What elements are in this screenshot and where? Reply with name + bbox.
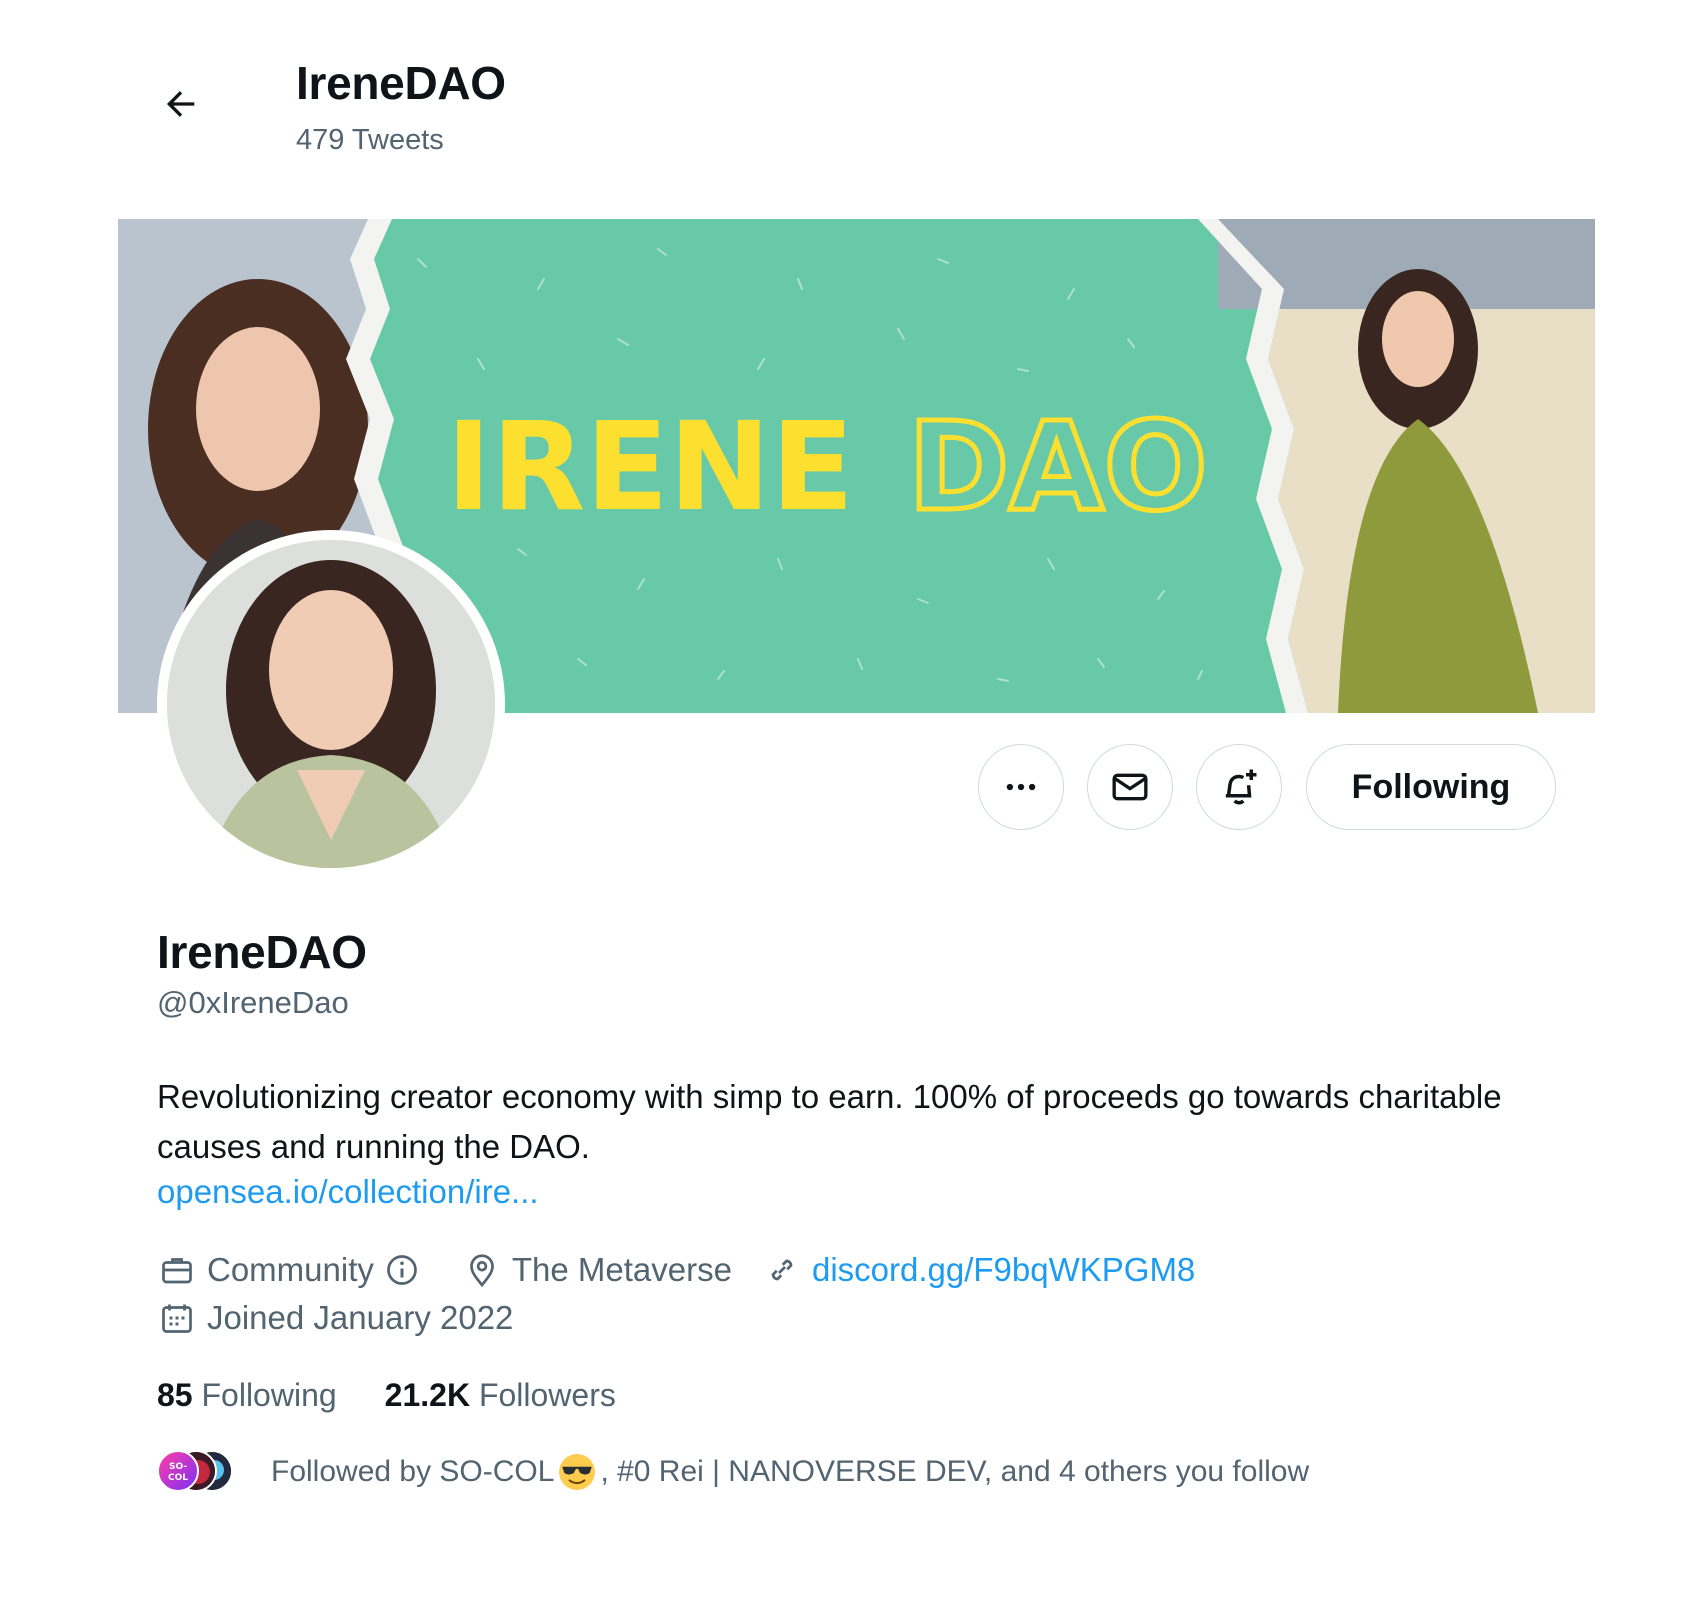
more-icon bbox=[1006, 783, 1036, 791]
briefcase-icon bbox=[157, 1250, 197, 1290]
joined-item: Joined January 2022 bbox=[157, 1298, 513, 1338]
following-stat-label: Following bbox=[201, 1377, 337, 1413]
bell-plus-icon bbox=[1225, 769, 1257, 805]
bio-link[interactable]: opensea.io/collection/ire... bbox=[157, 1173, 539, 1211]
location-item: The Metaverse bbox=[462, 1250, 732, 1290]
info-icon[interactable] bbox=[382, 1250, 422, 1290]
location-pin-icon bbox=[462, 1250, 502, 1290]
following-button[interactable]: Following bbox=[1306, 744, 1556, 830]
profile-name: IreneDAO bbox=[157, 926, 367, 978]
link-icon bbox=[762, 1250, 802, 1290]
profile-bio: Revolutionizing creator economy with sim… bbox=[157, 1078, 1502, 1165]
category-item: Community bbox=[157, 1250, 432, 1290]
envelope-icon bbox=[1112, 773, 1148, 801]
profile-handle: @0xIreneDao bbox=[157, 985, 349, 1020]
website-item[interactable]: discord.gg/F9bqWKPGM8 bbox=[762, 1250, 1195, 1290]
back-button[interactable] bbox=[155, 78, 207, 130]
follow-stats: 85 Following 21.2K Followers bbox=[157, 1377, 664, 1414]
profile-meta: Community The Metaverse discord.gg/F9bqW… bbox=[157, 1250, 1225, 1290]
socol-avatar-label: SO-COL bbox=[168, 1462, 188, 1483]
following-count: 85 bbox=[157, 1377, 193, 1413]
location-label: The Metaverse bbox=[511, 1251, 732, 1288]
more-button[interactable] bbox=[978, 744, 1064, 830]
tweet-count: 479 Tweets bbox=[296, 124, 444, 156]
calendar-icon bbox=[157, 1298, 197, 1338]
message-button[interactable] bbox=[1087, 744, 1173, 830]
notifications-button[interactable] bbox=[1196, 744, 1282, 830]
header-title: IreneDAO bbox=[296, 57, 506, 109]
joined-label: Joined January 2022 bbox=[207, 1299, 514, 1336]
socol-avatar: SO-COL bbox=[157, 1450, 199, 1492]
followed-by-avatars: SO-COL bbox=[157, 1450, 243, 1494]
following-stat[interactable]: 85 Following bbox=[157, 1377, 337, 1414]
arrow-left-icon bbox=[167, 91, 195, 117]
followed-by-suffix: , #0 Rei | NANOVERSE DEV, and 4 others y… bbox=[600, 1455, 1310, 1488]
followers-count: 21.2K bbox=[384, 1377, 471, 1413]
avatar-photo bbox=[167, 540, 495, 868]
category-label: Community bbox=[207, 1251, 374, 1288]
banner-title-outline: DAO bbox=[908, 396, 1207, 538]
followed-by-prefix: Followed by SO-COL bbox=[271, 1455, 555, 1488]
followers-stat-label: Followers bbox=[478, 1377, 616, 1413]
website-link[interactable]: discord.gg/F9bqWKPGM8 bbox=[812, 1251, 1195, 1289]
followers-stat[interactable]: 21.2K Followers bbox=[385, 1377, 616, 1414]
sunglasses-emoji-icon bbox=[559, 1454, 596, 1490]
profile-avatar[interactable] bbox=[157, 530, 505, 878]
followed-by[interactable]: SO-COL Followed by SO-COL , #0 Rei | NAN… bbox=[157, 1450, 1309, 1494]
banner-title-solid: IRENE bbox=[446, 396, 854, 538]
